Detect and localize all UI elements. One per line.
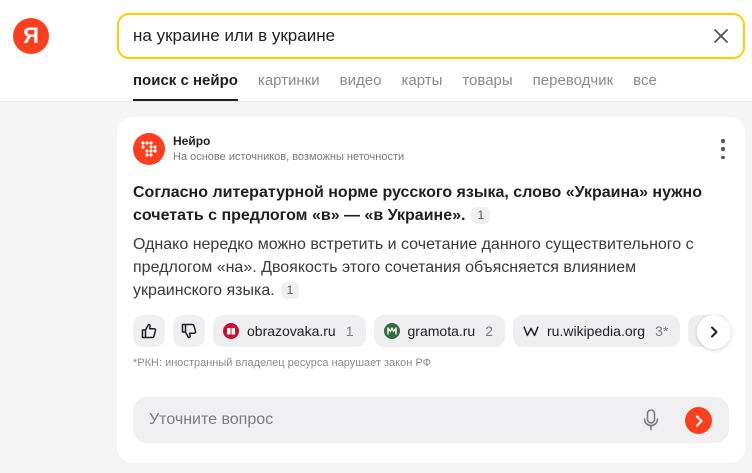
header: Я поиск с нейро картинки видео карты тов… xyxy=(0,0,752,102)
source-chip-gramota[interactable]: gramota.ru 2 xyxy=(373,315,506,347)
thumbs-up-icon xyxy=(141,323,157,339)
next-sources-button[interactable] xyxy=(697,315,731,349)
source-domain: obrazovaka.ru xyxy=(247,323,336,339)
rkn-disclaimer: *РКН: иностранный владелец ресурса наруш… xyxy=(133,357,431,369)
tab-images[interactable]: картинки xyxy=(258,72,320,89)
clear-search-button[interactable] xyxy=(709,24,733,48)
like-button[interactable] xyxy=(133,315,165,347)
neuro-logo-icon xyxy=(141,141,157,157)
source-count: 1 xyxy=(345,323,354,339)
tab-all[interactable]: все xyxy=(633,72,657,89)
neuro-source-subtitle: На основе источников, возможны неточност… xyxy=(173,151,405,163)
gramota-icon xyxy=(383,323,400,339)
dislike-button[interactable] xyxy=(173,315,205,347)
answer-details-text: Однако нередко можно встретить и сочетан… xyxy=(133,236,694,299)
answer-summary: Согласно литературной норме русского язы… xyxy=(133,181,713,227)
dot-icon xyxy=(721,155,725,159)
voice-input-button[interactable] xyxy=(639,408,663,432)
search-box xyxy=(117,13,745,59)
dot-icon xyxy=(721,139,725,143)
neuro-answer-card: Нейро На основе источников, возможны нет… xyxy=(117,117,745,463)
source-chip-obrazovaka[interactable]: obrazovaka.ru 1 xyxy=(213,315,366,347)
tab-translator[interactable]: переводчик xyxy=(533,72,613,89)
dot-icon xyxy=(721,147,725,151)
followup-box xyxy=(133,397,729,443)
tab-video[interactable]: видео xyxy=(340,72,382,89)
close-icon xyxy=(714,29,728,43)
thumbs-down-icon xyxy=(181,323,197,339)
neuro-avatar xyxy=(133,133,165,165)
wikipedia-icon xyxy=(523,323,539,339)
search-input[interactable] xyxy=(133,15,693,57)
followup-input[interactable] xyxy=(149,397,619,443)
source-count: 3* xyxy=(655,323,669,339)
source-domain: gramota.ru xyxy=(407,323,476,339)
sources-row: obrazovaka.ru 1 gramota.ru 2 ru.wikipedi… xyxy=(133,315,745,347)
source-chip-wikipedia[interactable]: ru.wikipedia.org 3* xyxy=(513,315,681,347)
logo-letter: Я xyxy=(23,23,39,48)
reference-badge[interactable]: 1 xyxy=(280,282,300,299)
source-domain: ru.wikipedia.org xyxy=(547,323,646,339)
answer-details: Однако нередко можно встретить и сочетан… xyxy=(133,233,723,302)
search-tabs: поиск с нейро картинки видео карты товар… xyxy=(133,72,657,101)
book-icon xyxy=(223,323,239,339)
send-button[interactable] xyxy=(685,407,712,434)
source-count: 2 xyxy=(485,323,494,339)
microphone-icon xyxy=(643,409,659,431)
tab-maps[interactable]: карты xyxy=(401,72,442,89)
tab-neuro-search[interactable]: поиск с нейро xyxy=(133,72,238,101)
answer-summary-text: Согласно литературной норме русского язы… xyxy=(133,184,702,224)
neuro-source-name: Нейро xyxy=(173,134,211,148)
chevron-right-icon xyxy=(711,326,718,338)
more-options-button[interactable] xyxy=(717,139,729,159)
yandex-logo[interactable]: Я xyxy=(13,18,49,54)
tab-products[interactable]: товары xyxy=(462,72,512,89)
reference-badge[interactable]: 1 xyxy=(471,207,491,224)
chevron-right-icon xyxy=(695,414,703,427)
